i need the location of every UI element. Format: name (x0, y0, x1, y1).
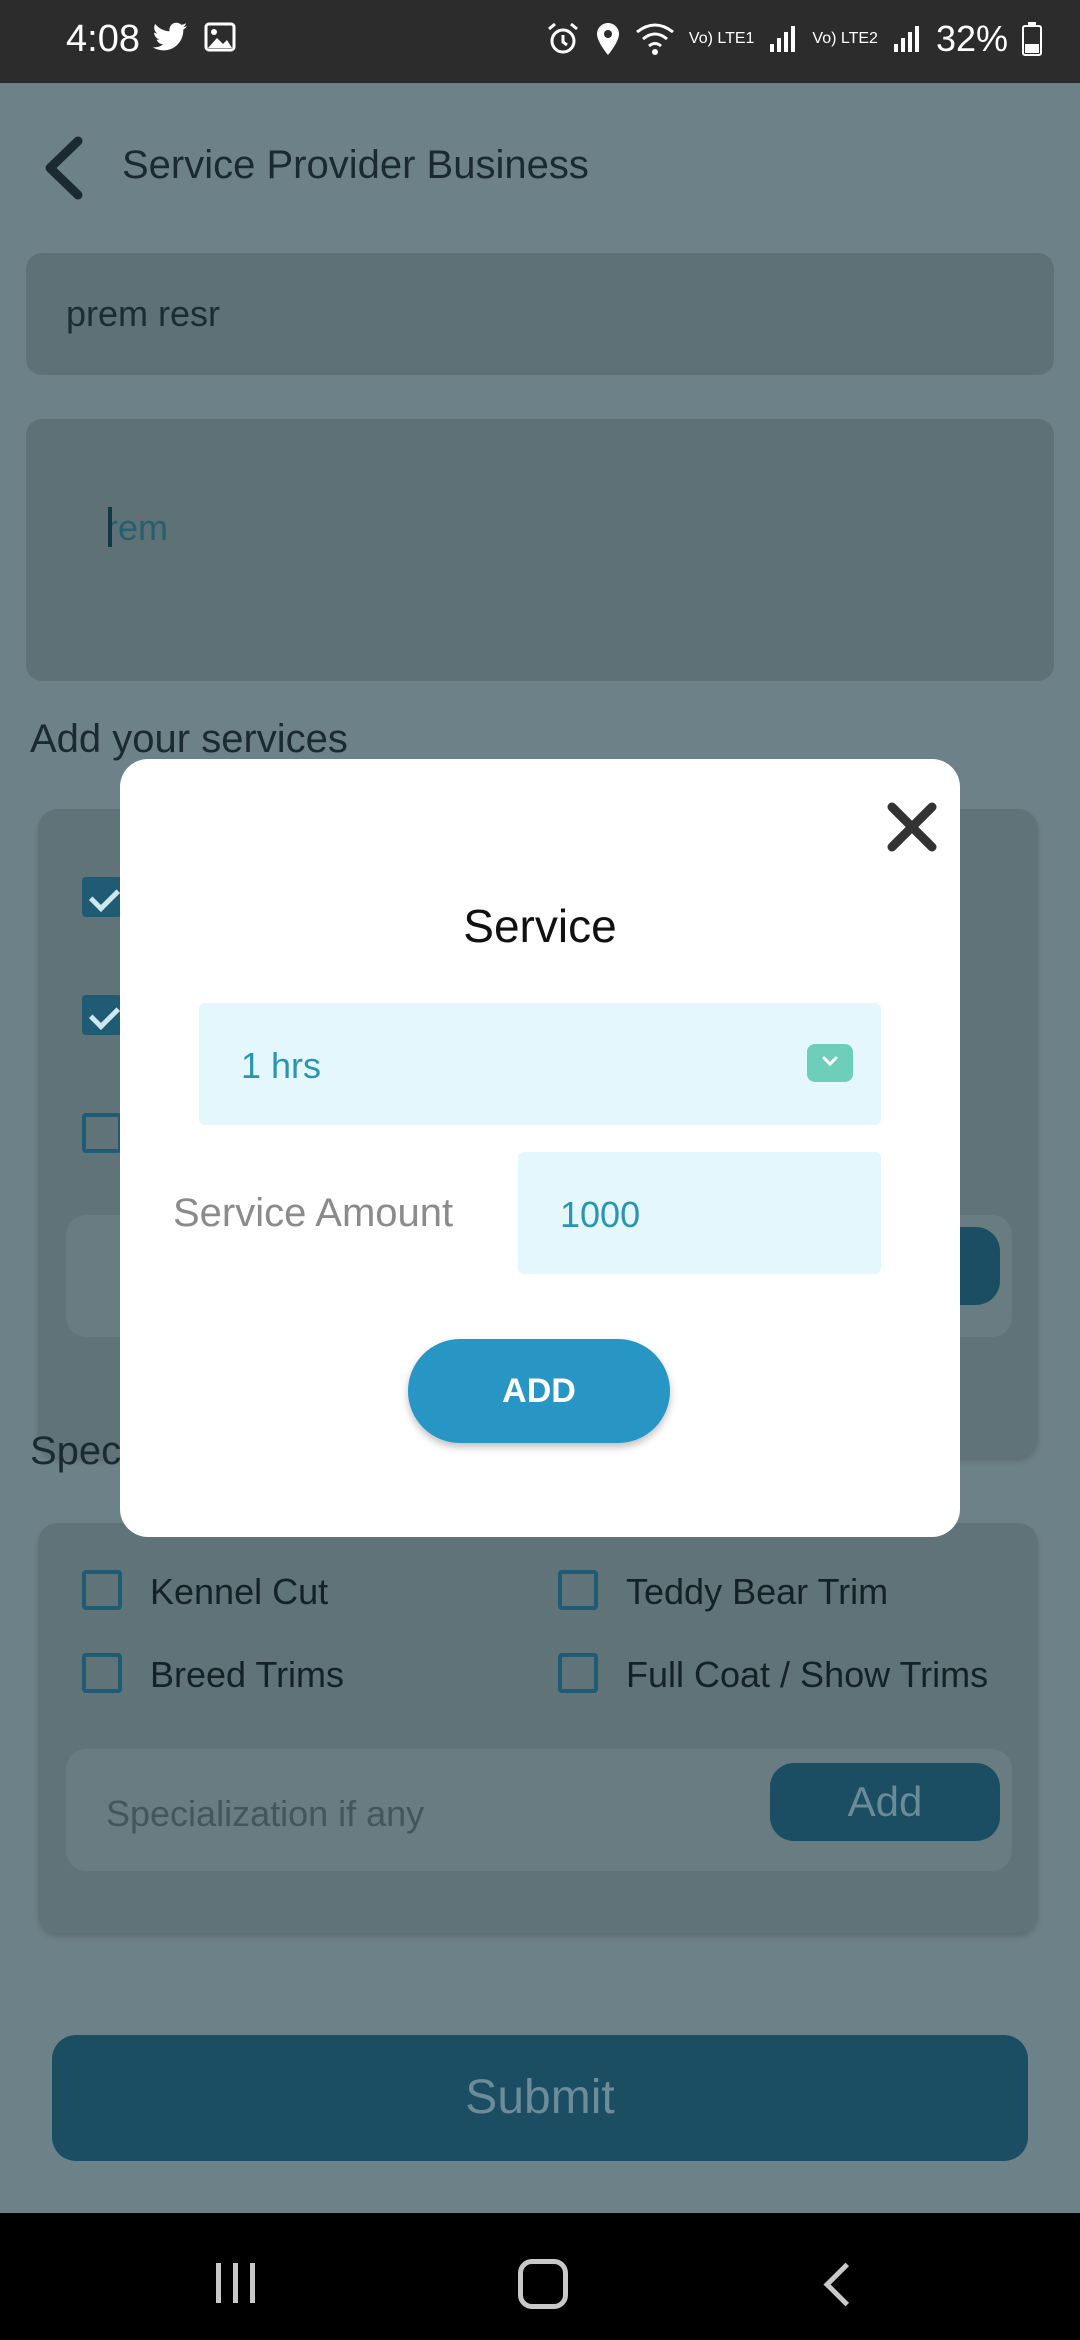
checkbox-breed-trims[interactable] (82, 1653, 122, 1693)
twitter-icon (152, 22, 187, 51)
business-name-field[interactable]: prem resr (26, 253, 1054, 375)
service-dialog: Service 1 hrs Service Amount 1000 ADD (120, 759, 960, 1537)
label-full-coat-show-trims: Full Coat / Show Trims (626, 1654, 989, 1695)
label-kennel-cut: Kennel Cut (150, 1571, 329, 1612)
location-icon (596, 23, 619, 55)
services-section-title: Add your services (30, 717, 348, 761)
duration-value: 1 hrs (241, 1045, 322, 1086)
dialog-title: Service (463, 900, 617, 952)
signal-icon (770, 26, 796, 52)
business-name-value: prem resr (66, 293, 221, 334)
service-checkbox[interactable] (82, 995, 122, 1035)
duration-dropdown[interactable]: 1 hrs (199, 1003, 881, 1125)
specialization-card: Kennel Cut Teddy Bear Trim Breed Trims F… (38, 1523, 1038, 1933)
alarm-icon (547, 22, 578, 54)
battery-percent: 32% (935, 18, 1008, 59)
wifi-icon (635, 23, 674, 55)
specialization-section-title: Spec (30, 1429, 122, 1473)
checkbox-teddy-bear-trim[interactable] (558, 1570, 598, 1610)
submit-button[interactable]: Submit (52, 2035, 1028, 2161)
service-amount-input[interactable]: 1000 (518, 1152, 881, 1274)
close-icon[interactable] (882, 797, 942, 857)
checkbox-kennel-cut[interactable] (82, 1570, 122, 1610)
app-bar: Service Provider Business (0, 83, 1080, 253)
gallery-icon (204, 22, 236, 52)
lte1-label: Vo) LTE1 (688, 30, 755, 47)
status-bar: 4:08 Vo) LTE1 Vo) LTE2 32% (0, 0, 1080, 83)
add-button[interactable]: ADD (408, 1339, 670, 1443)
description-field[interactable]: rem (26, 419, 1054, 681)
page-title: Service Provider Business (122, 143, 589, 187)
battery-icon (1022, 22, 1042, 56)
chevron-down-icon[interactable] (807, 1044, 853, 1082)
specialization-placeholder: Specialization if any (106, 1793, 425, 1834)
service-amount-label: Service Amount (173, 1191, 454, 1235)
nav-back-icon[interactable] (823, 2262, 868, 2307)
back-arrow-icon[interactable] (34, 133, 94, 203)
add-specialization-button[interactable]: Add (770, 1763, 1000, 1841)
label-teddy-bear-trim: Teddy Bear Trim (626, 1571, 889, 1612)
checkbox-full-coat-show-trims[interactable] (558, 1653, 598, 1693)
description-value: rem (106, 507, 168, 548)
recent-apps-icon[interactable] (216, 2263, 267, 2308)
service-amount-value: 1000 (560, 1194, 641, 1235)
lte2-label: Vo) LTE2 (812, 30, 878, 47)
label-breed-trims: Breed Trims (150, 1654, 345, 1695)
service-checkbox[interactable] (82, 877, 122, 917)
status-time: 4:08 (66, 18, 140, 60)
text-cursor (108, 507, 112, 547)
home-icon[interactable] (518, 2259, 568, 2309)
signal-icon (893, 26, 919, 52)
system-nav-bar (0, 2213, 1080, 2340)
service-checkbox[interactable] (82, 1113, 122, 1153)
